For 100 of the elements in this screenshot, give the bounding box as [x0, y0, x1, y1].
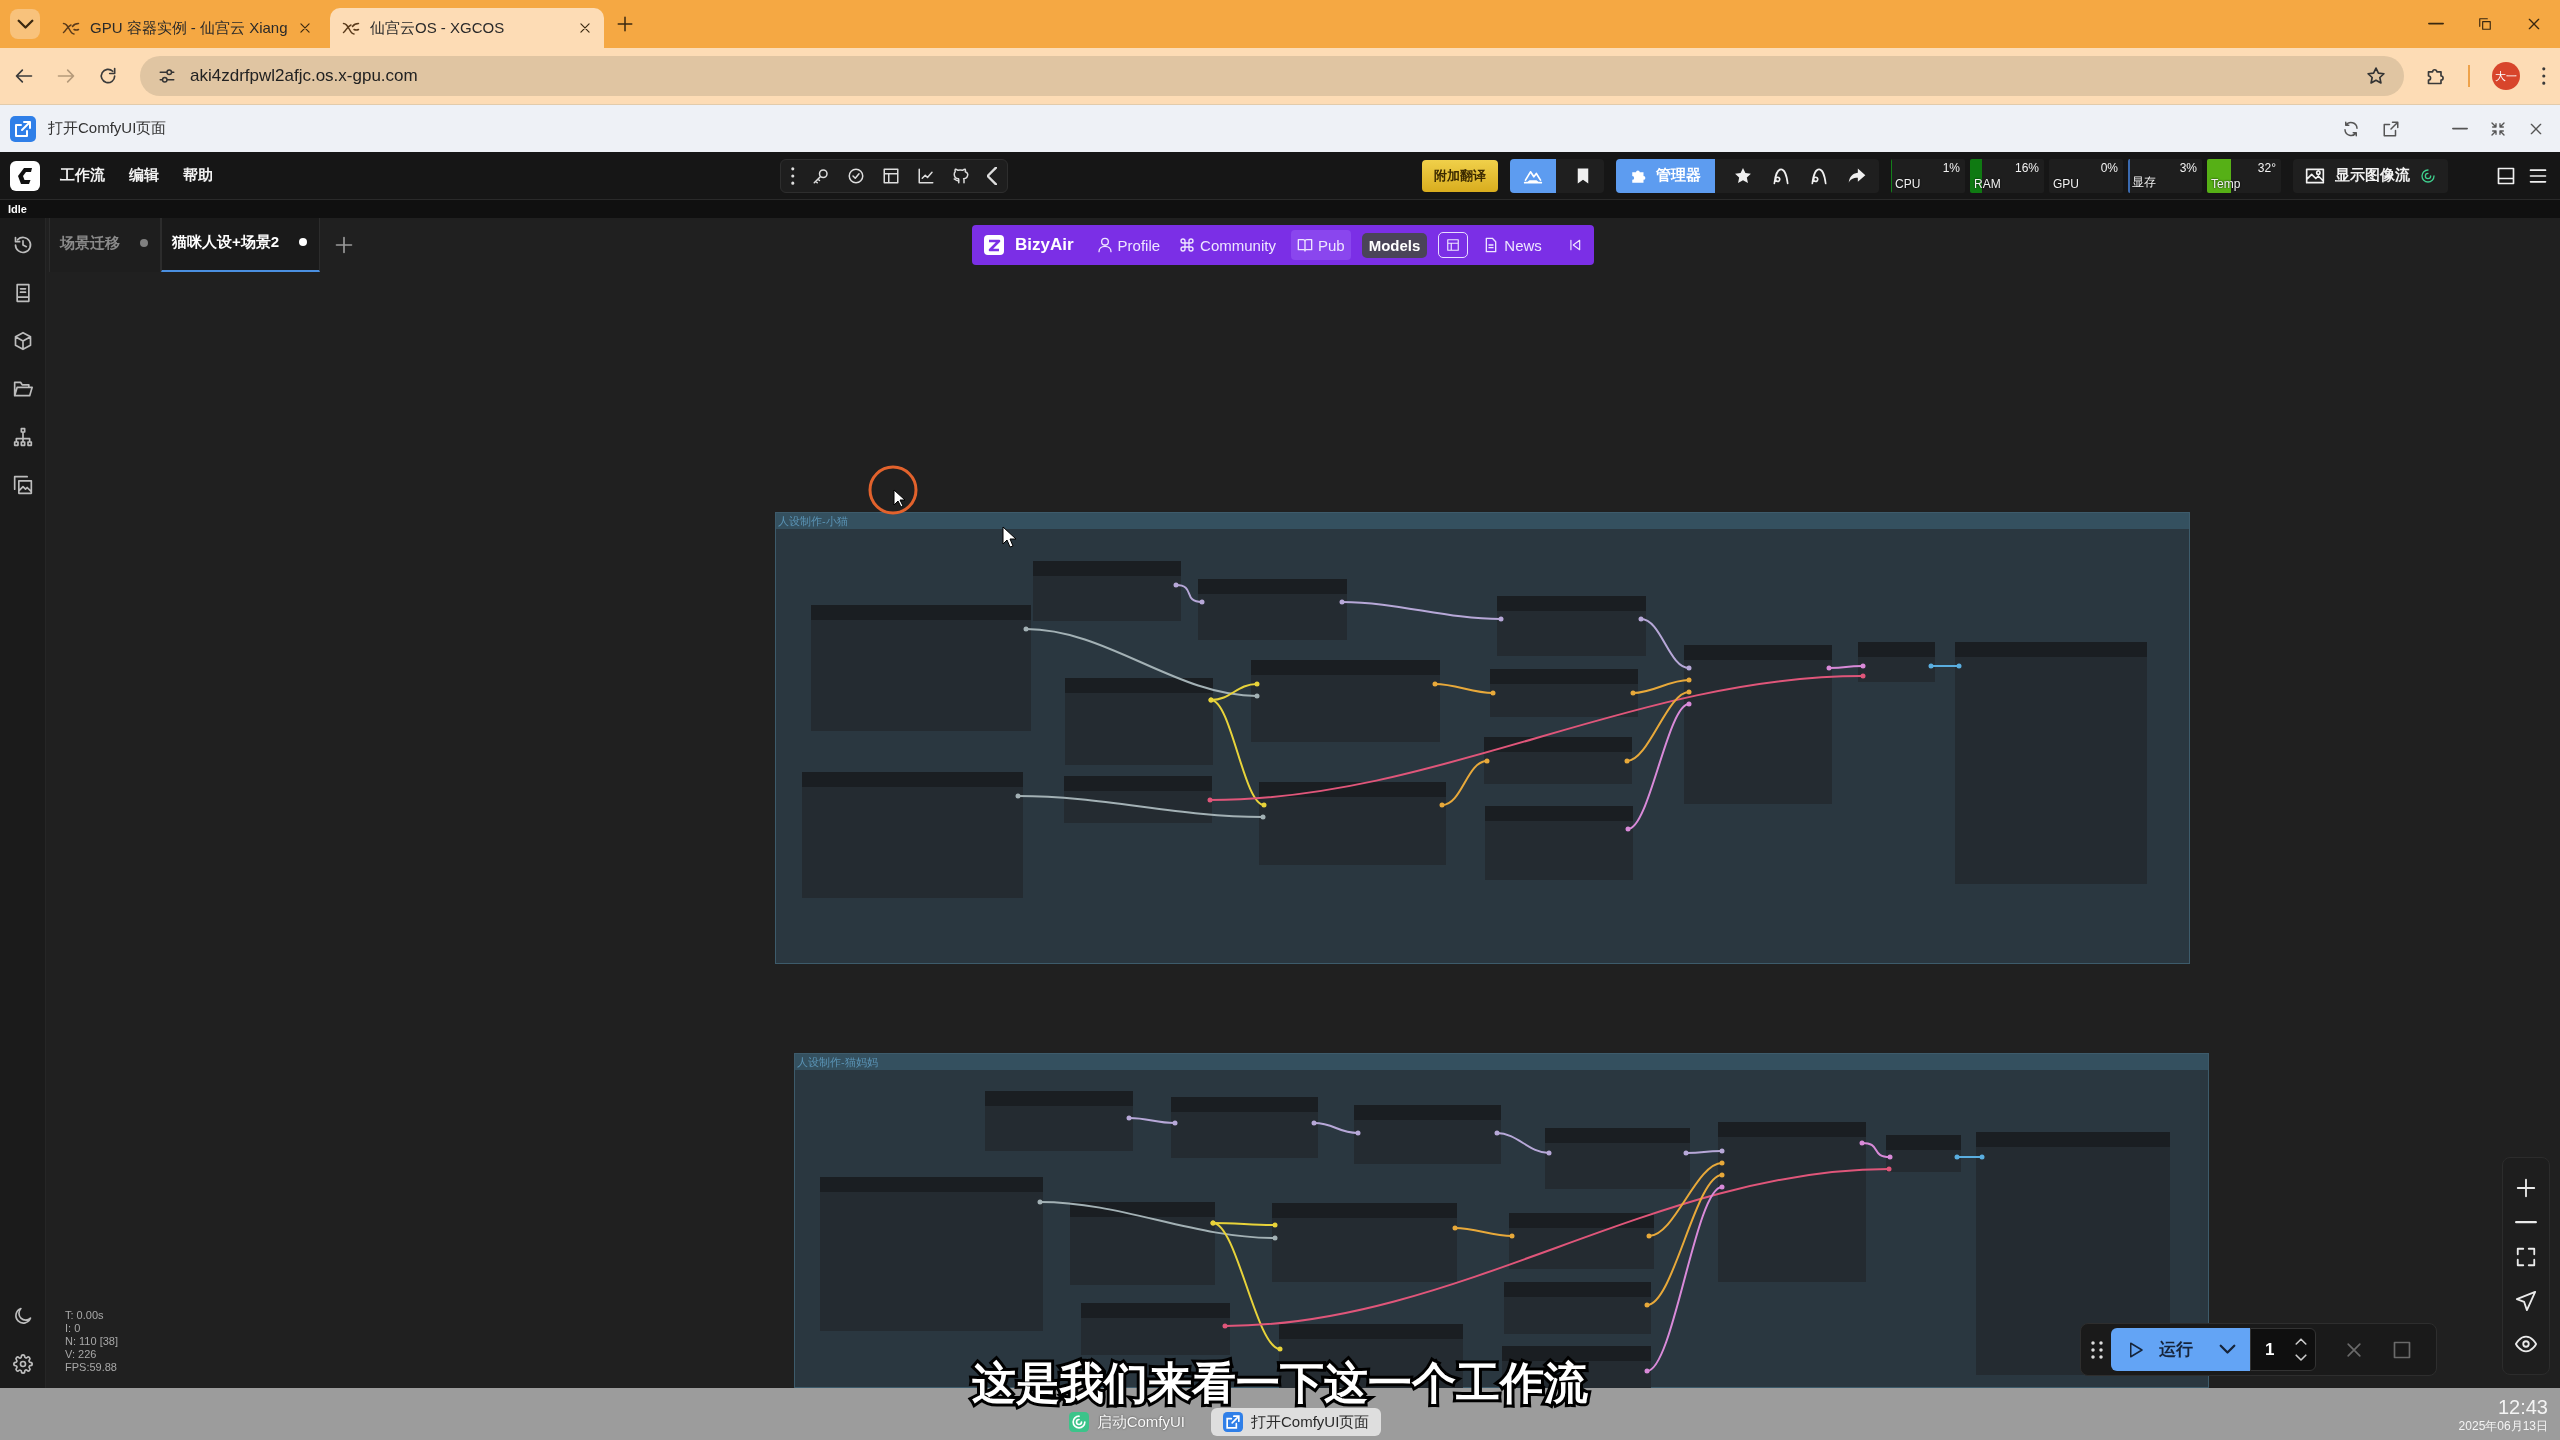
- line-chart-icon[interactable]: [916, 166, 935, 185]
- node-card[interactable]: [1484, 737, 1632, 784]
- back-icon[interactable]: [14, 66, 34, 86]
- refresh-icon[interactable]: [2342, 119, 2360, 138]
- layout-icon[interactable]: [881, 166, 900, 185]
- star-icon[interactable]: [2366, 66, 2387, 86]
- collapse-icon[interactable]: [2490, 120, 2506, 137]
- settings-icon[interactable]: [12, 1354, 33, 1374]
- chevron-down-icon: [16, 18, 34, 30]
- navigate-icon[interactable]: [2515, 1289, 2537, 1312]
- meter-reading: 0%: [2100, 160, 2118, 175]
- menu-item[interactable]: 帮助: [171, 160, 225, 191]
- new-tab-icon[interactable]: [616, 15, 634, 33]
- images-icon[interactable]: [12, 475, 33, 495]
- cursor-icon: [1002, 526, 1016, 548]
- browser-tab[interactable]: 仙宫云OS - XGCOS: [330, 8, 604, 48]
- node-card[interactable]: [1684, 645, 1832, 804]
- site-info-icon[interactable]: [158, 67, 176, 85]
- news-button[interactable]: News: [1479, 230, 1546, 260]
- node-card[interactable]: [1070, 1202, 1215, 1285]
- close-icon[interactable]: [2526, 16, 2542, 32]
- node-card[interactable]: [1545, 1128, 1690, 1189]
- panel-icon[interactable]: [2496, 165, 2516, 186]
- moon-icon[interactable]: [12, 1306, 33, 1326]
- node-card[interactable]: [820, 1177, 1043, 1331]
- reload-icon[interactable]: [98, 66, 118, 86]
- history-icon[interactable]: [12, 235, 33, 255]
- cube-icon[interactable]: [12, 331, 33, 351]
- close-icon[interactable]: [578, 21, 592, 35]
- click-cursor-icon: [867, 464, 919, 516]
- node-card[interactable]: [1504, 1282, 1651, 1334]
- community-button[interactable]: Community: [1175, 230, 1280, 260]
- chevron-up-icon[interactable]: [2295, 1338, 2307, 1346]
- publish-button[interactable]: Pub: [1290, 230, 1351, 260]
- key-icon[interactable]: [811, 166, 830, 185]
- restore-icon[interactable]: [2478, 17, 2492, 31]
- external-link-icon[interactable]: [2382, 119, 2400, 138]
- minimize-icon[interactable]: [2452, 126, 2468, 131]
- node-card[interactable]: [1485, 806, 1633, 880]
- node-card[interactable]: [802, 772, 1023, 898]
- profile-avatar[interactable]: 大一: [2492, 62, 2521, 90]
- link-wire: [1826, 663, 1866, 671]
- puzzle-icon[interactable]: [2426, 66, 2447, 86]
- node-card[interactable]: [1081, 1303, 1230, 1355]
- node-card[interactable]: [1259, 782, 1446, 865]
- image-feed-button[interactable]: 显示图像流: [2293, 158, 2448, 193]
- stop-icon[interactable]: [2392, 1339, 2412, 1360]
- window-title: 打开ComfyUI页面: [48, 119, 167, 138]
- folder-icon[interactable]: [12, 379, 33, 399]
- node-card[interactable]: [811, 605, 1031, 731]
- node-card[interactable]: [1490, 669, 1638, 717]
- node-card[interactable]: [1955, 642, 2147, 884]
- node-card[interactable]: [1886, 1135, 1961, 1172]
- node-card[interactable]: [1497, 596, 1646, 656]
- node-card[interactable]: [1272, 1203, 1457, 1282]
- models-button[interactable]: [1438, 232, 1469, 258]
- node-card[interactable]: [1509, 1213, 1654, 1269]
- workflow-tab[interactable]: 场景迁移: [49, 218, 161, 272]
- close-icon[interactable]: [298, 21, 312, 35]
- node-card[interactable]: [1033, 561, 1181, 621]
- logo-icon[interactable]: [10, 160, 40, 191]
- address-field[interactable]: aki4zdrfpwl2afjc.os.x-gpu.com: [140, 56, 2405, 96]
- zoom-out-icon[interactable]: [2515, 1220, 2537, 1225]
- run-button[interactable]: 运行: [2111, 1328, 2215, 1371]
- taskbar-item[interactable]: 打开ComfyUI页面: [1211, 1408, 1382, 1436]
- play-icon: [2127, 1340, 2145, 1359]
- node-card[interactable]: [1251, 660, 1440, 742]
- node-card[interactable]: [1198, 579, 1347, 640]
- link-wire: [1954, 1154, 1985, 1160]
- chevron-left-icon[interactable]: [986, 166, 998, 185]
- node-card[interactable]: [1354, 1105, 1501, 1164]
- node-card[interactable]: [985, 1091, 1133, 1151]
- add-tab-icon[interactable]: [334, 235, 355, 255]
- node-card[interactable]: [1171, 1097, 1318, 1158]
- collapse-icon[interactable]: [1567, 238, 1582, 252]
- translate-button[interactable]: 附加翻译: [1422, 159, 1498, 192]
- link-wire: [1494, 1130, 1552, 1156]
- hierarchy-icon[interactable]: [12, 427, 33, 447]
- zoom-in-icon[interactable]: [2515, 1176, 2537, 1199]
- tab-list-button[interactable]: [10, 9, 40, 39]
- mountain-button[interactable]: [1510, 158, 1556, 193]
- chevron-down-icon[interactable]: [2295, 1353, 2307, 1361]
- drag-handle-icon[interactable]: [2091, 1340, 2103, 1359]
- node-card[interactable]: [1065, 678, 1213, 765]
- minimize-icon[interactable]: [2428, 22, 2444, 26]
- dropdown-button[interactable]: [2215, 1328, 2250, 1371]
- group-title: 人设制作-小猫: [778, 513, 848, 529]
- node-card[interactable]: [1718, 1122, 1866, 1282]
- node-card[interactable]: [1858, 642, 1935, 682]
- cat-icon[interactable]: [951, 166, 970, 185]
- batch-count-field[interactable]: 1: [2250, 1328, 2316, 1371]
- menu-item[interactable]: 工作流: [48, 160, 117, 191]
- workflow-tab[interactable]: 猫咪人设+场景2: [161, 218, 321, 272]
- fit-view-icon[interactable]: [2515, 1246, 2537, 1269]
- node-card[interactable]: [1064, 776, 1212, 823]
- menu-item[interactable]: 编辑: [117, 160, 171, 191]
- link-wire: [1683, 1148, 1725, 1156]
- browser-tab[interactable]: GPU 容器实例 - 仙宫云 Xiang: [50, 8, 324, 48]
- kebab-menu-icon[interactable]: [2542, 67, 2546, 85]
- profile-button[interactable]: Profile: [1092, 230, 1165, 260]
